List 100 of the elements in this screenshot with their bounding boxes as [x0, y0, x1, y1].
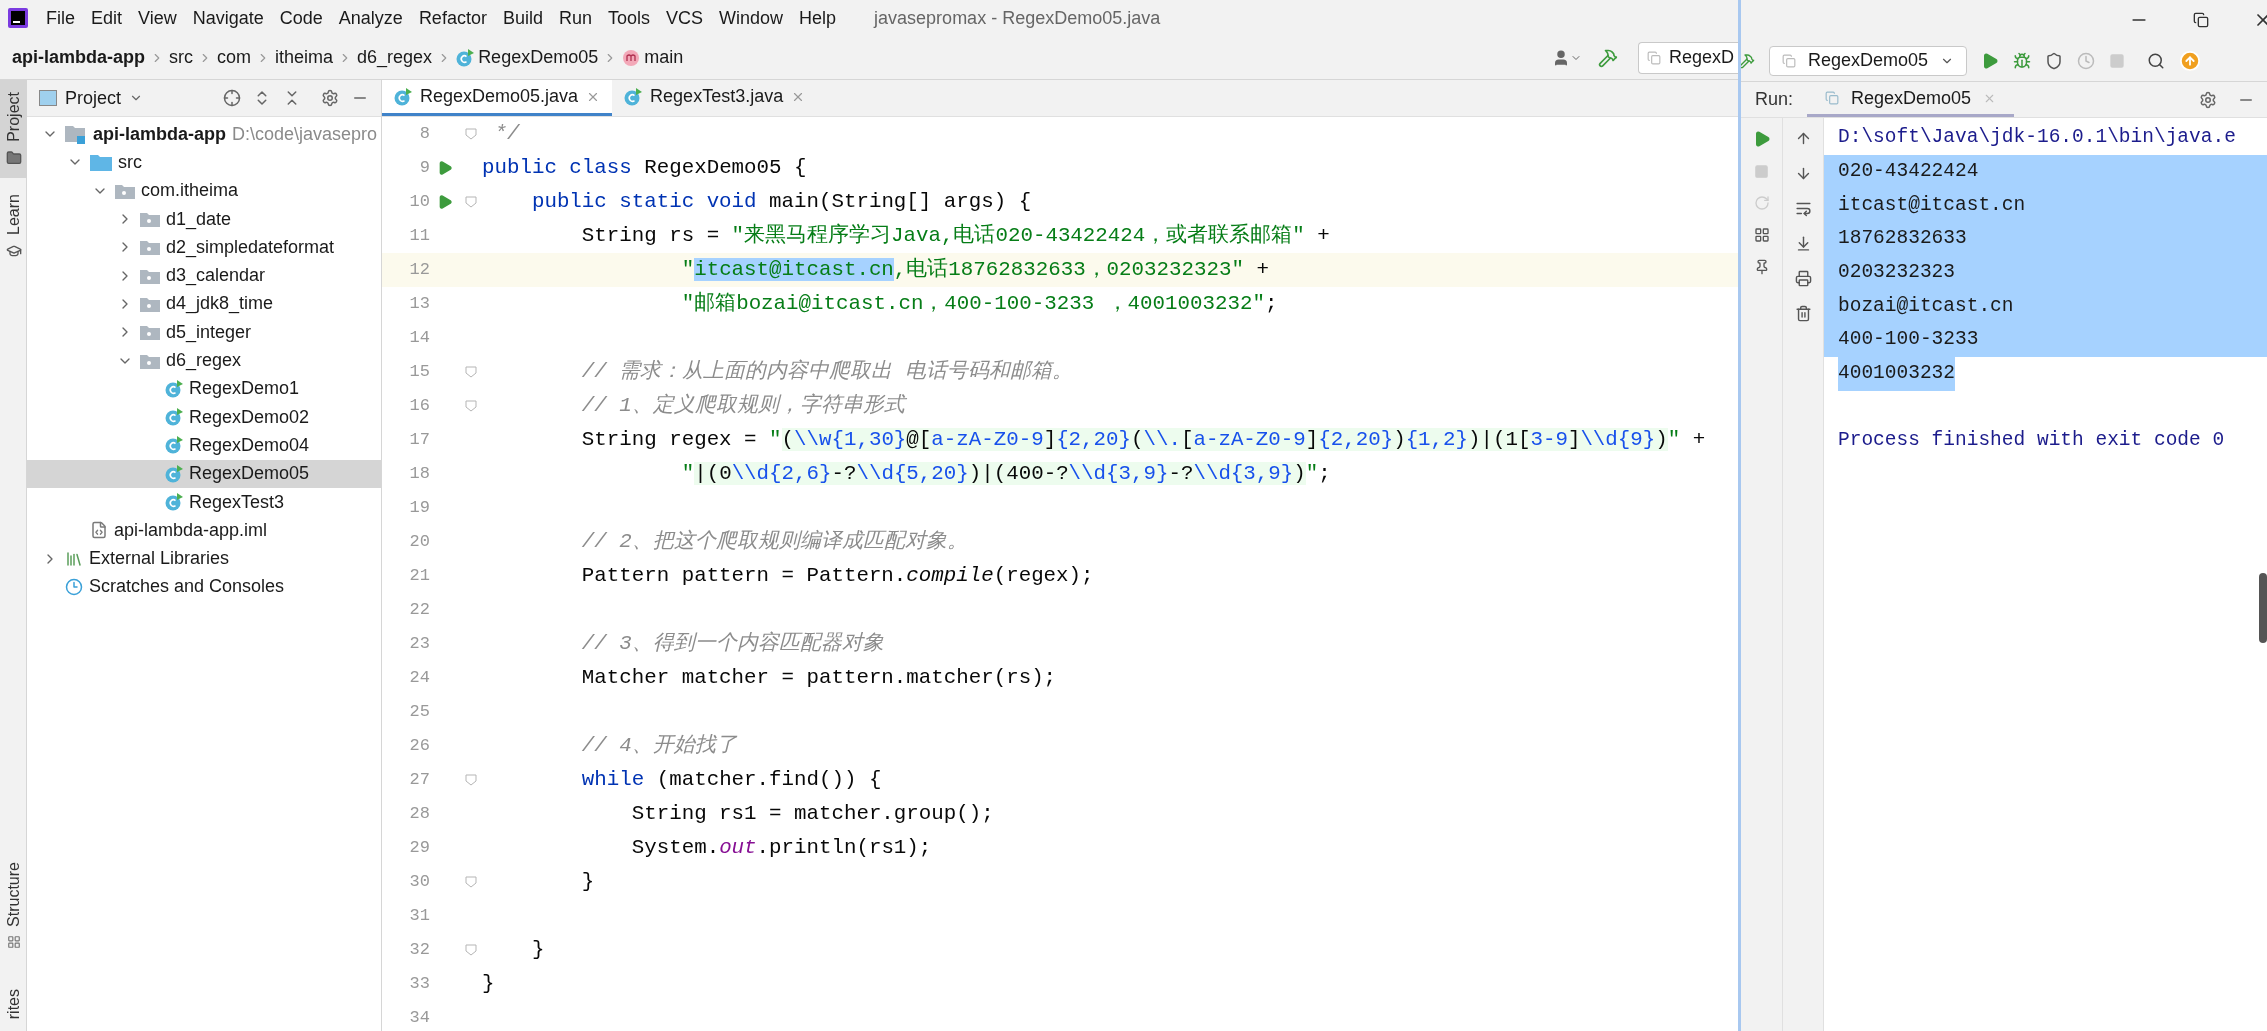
tree-item[interactable]: External Libraries: [27, 544, 381, 573]
line-number: 11: [408, 225, 430, 248]
fold-marker-icon[interactable]: [465, 196, 477, 208]
fold-marker-icon[interactable]: [465, 944, 477, 956]
tree-item[interactable]: d6_regex: [27, 346, 381, 375]
restore-window-icon[interactable]: [2193, 12, 2209, 28]
tree-label: d2_simpledateformat: [166, 235, 335, 260]
tree-item[interactable]: api-lambda-app.iml: [27, 516, 381, 545]
class-icon: [394, 87, 412, 106]
line-number: 31: [408, 905, 430, 928]
run-icon[interactable]: [437, 160, 453, 176]
breadcrumb[interactable]: com: [217, 44, 252, 71]
hammer-icon[interactable]: [1597, 47, 1618, 68]
side-tab[interactable]: Structure: [0, 849, 27, 961]
menu-item[interactable]: Run: [558, 4, 592, 32]
tree-item[interactable]: Scratches and Consoles: [27, 572, 381, 602]
tree-item[interactable]: d2_simpledateformat: [27, 233, 381, 262]
module-icon: [65, 124, 87, 145]
menu-item[interactable]: View: [138, 4, 177, 32]
line-number: 17: [408, 429, 430, 452]
print-icon[interactable]: [1794, 270, 1812, 287]
config-selector[interactable]: RegexD: [1637, 41, 1738, 74]
menu-item[interactable]: File: [46, 4, 75, 32]
editor-tab[interactable]: RegexDemo05.java: [382, 80, 613, 116]
tree-label: RegexTest3: [189, 490, 285, 514]
fold-marker-icon[interactable]: [465, 774, 477, 786]
tree-label: d5_integer: [166, 320, 252, 345]
menu-item[interactable]: Help: [799, 4, 837, 32]
hammer-icon[interactable]: [1741, 52, 1755, 69]
tree-item[interactable]: src: [27, 148, 381, 177]
side-tab[interactable]: Learn: [0, 181, 27, 271]
tree-item[interactable]: com.itheima: [27, 176, 381, 205]
package-icon: [140, 295, 160, 312]
breadcrumb[interactable]: src: [169, 44, 193, 71]
tree-item[interactable]: d1_date: [27, 204, 381, 234]
code-line: }: [530, 937, 545, 963]
line-number: 33: [408, 973, 430, 996]
tree-item[interactable]: RegexTest3: [27, 487, 381, 517]
tree-label: RegexDemo04: [189, 433, 310, 457]
menu-item[interactable]: Window: [719, 4, 784, 32]
coverage-icon[interactable]: [2045, 51, 2064, 70]
menu-item[interactable]: Navigate: [192, 4, 264, 32]
debug-icon[interactable]: [2013, 51, 2032, 70]
line-number: 12: [408, 259, 430, 282]
line-number: 13: [408, 293, 430, 316]
code-line: // 4、开始找了: [580, 733, 737, 759]
code-line: "邮箱bozai@itcast.cn，400-100-3233 ，4001003232";: [680, 290, 1278, 317]
breadcrumb[interactable]: RegexDemo05: [456, 44, 599, 71]
menu-item[interactable]: Edit: [91, 4, 123, 32]
menu-item[interactable]: Code: [279, 4, 323, 32]
side-tab[interactable]: Project: [0, 80, 27, 178]
trash-icon[interactable]: [1794, 305, 1812, 322]
package-icon: [140, 267, 160, 284]
menu-item[interactable]: Refactor: [418, 4, 487, 32]
run-tab[interactable]: RegexDemo05: [1807, 82, 2015, 117]
code-line: }: [482, 971, 495, 997]
tree-item[interactable]: d4_jdk8_time: [27, 289, 381, 319]
breadcrumb[interactable]: d6_regex: [357, 44, 433, 71]
menu-item[interactable]: Build: [502, 4, 543, 32]
run-icon[interactable]: [437, 194, 453, 210]
breadcrumb[interactable]: api-lambda-app: [12, 44, 145, 71]
layout-icon[interactable]: [1753, 227, 1770, 243]
breadcrumb[interactable]: main: [622, 44, 684, 71]
soft-wrap-icon[interactable]: [1794, 200, 1812, 217]
search-icon[interactable]: [2147, 51, 2166, 70]
code-line: String rs1 = matcher.group();: [630, 801, 994, 827]
locate-icon[interactable]: [223, 89, 241, 107]
run-icon[interactable]: [1981, 51, 2000, 70]
tree-item[interactable]: d3_calendar: [27, 261, 381, 290]
scrollbar-thumb[interactable]: [2259, 573, 2267, 643]
tree-item[interactable]: d5_integer: [27, 318, 381, 347]
line-number: 27: [408, 769, 430, 792]
menu-item[interactable]: VCS: [666, 4, 703, 32]
menu-item[interactable]: Analyze: [338, 4, 403, 32]
editor-tab[interactable]: RegexTest3.java: [612, 80, 818, 116]
menu-item[interactable]: Tools: [607, 4, 650, 32]
class-icon: [165, 464, 183, 483]
restart-icon[interactable]: [1753, 195, 1770, 211]
fold-marker-icon[interactable]: [465, 366, 477, 378]
fold-marker-icon[interactable]: [465, 128, 477, 140]
tree-item[interactable]: RegexDemo04: [27, 431, 381, 460]
tree-item[interactable]: api-lambda-app D:\code\javasepro: [27, 120, 381, 149]
line-number: 8: [418, 123, 430, 146]
tree-item[interactable]: RegexDemo02: [27, 402, 381, 432]
breadcrumb[interactable]: itheima: [275, 44, 334, 71]
tree-item[interactable]: RegexDemo1: [27, 374, 381, 403]
run-config-selector[interactable]: RegexDemo05: [1769, 45, 1968, 76]
package-icon: [140, 324, 160, 341]
code-line: String rs = "来黑马程序学习Java,电话020-43422424，或者联系邮箱" +: [580, 222, 1330, 249]
side-tab[interactable]: rites: [0, 976, 27, 1031]
fold-marker-icon[interactable]: [465, 400, 477, 412]
line-number: 28: [408, 803, 430, 826]
run-label: Run:: [1754, 88, 1795, 111]
fold-marker-icon[interactable]: [465, 876, 477, 888]
tree-item[interactable]: RegexDemo05: [27, 459, 381, 488]
settings-icon[interactable]: [2199, 90, 2217, 109]
line-number: 24: [408, 667, 430, 690]
window-icon: [1782, 53, 1796, 68]
settings-icon[interactable]: [321, 89, 339, 107]
line-number: 15: [408, 361, 430, 384]
